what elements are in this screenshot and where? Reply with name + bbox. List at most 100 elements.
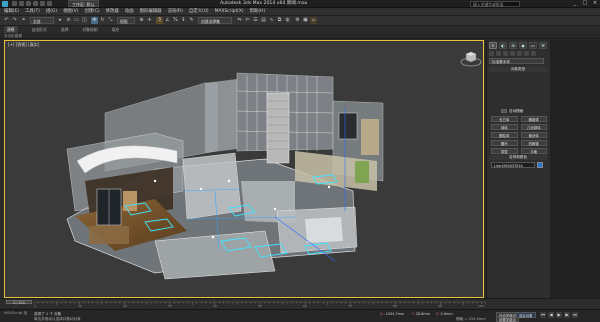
- geosphere-button[interactable]: 几何球体: [520, 124, 547, 130]
- menu-edit[interactable]: 编辑(E): [4, 8, 19, 16]
- new-file-icon[interactable]: [12, 1, 17, 6]
- menu-views[interactable]: 视图(V): [63, 8, 78, 16]
- workspace-dropdown[interactable]: 工作区: 默认: [68, 0, 99, 7]
- torus-button[interactable]: 圆环: [491, 140, 518, 146]
- geometry-icon[interactable]: [489, 51, 494, 56]
- material-editor-icon[interactable]: ◍: [284, 17, 291, 24]
- edit-named-selection-icon[interactable]: ✎: [188, 17, 195, 24]
- display-tab-icon[interactable]: ▭: [529, 42, 537, 49]
- menu-group[interactable]: 组(G): [46, 8, 57, 16]
- box-button[interactable]: 长方体: [491, 116, 518, 122]
- spinner-snap-icon[interactable]: ⇕: [180, 17, 187, 24]
- plane-button[interactable]: 平面: [520, 148, 547, 154]
- percent-snap-icon[interactable]: %: [172, 17, 179, 24]
- menu-tools[interactable]: 工具(T): [25, 8, 40, 16]
- tab-selection[interactable]: 选择: [61, 26, 69, 33]
- polygon-modeling-label[interactable]: 多边形建模: [4, 33, 22, 39]
- z-value[interactable]: 0.0mm: [441, 312, 453, 316]
- curve-editor-icon[interactable]: ∿: [268, 17, 275, 24]
- align-icon[interactable]: ⊨: [244, 17, 251, 24]
- menu-modifiers[interactable]: 修改器: [106, 8, 119, 16]
- select-by-name-icon[interactable]: ≡: [65, 17, 72, 24]
- maxscript-listener-label[interactable]: MAXScript 迷: [4, 311, 27, 316]
- undo-icon[interactable]: ↶: [3, 17, 10, 24]
- ribbon-toggle-icon[interactable]: ▤: [260, 17, 267, 24]
- play-icon[interactable]: ▶: [556, 312, 562, 318]
- tube-button[interactable]: 管状体: [520, 132, 547, 138]
- menu-animation[interactable]: 动画: [125, 8, 134, 16]
- teapot-button[interactable]: 茶壶: [491, 148, 518, 154]
- render-production-icon[interactable]: ☕: [310, 17, 317, 24]
- create-tab-icon[interactable]: ✳: [489, 42, 497, 49]
- menu-help[interactable]: 帮助(H): [250, 8, 266, 16]
- viewcube-icon[interactable]: [460, 49, 482, 67]
- undo-icon[interactable]: [33, 1, 38, 6]
- render-setup-icon[interactable]: ⚙: [294, 17, 301, 24]
- schematic-view-icon[interactable]: ⧉: [276, 17, 283, 24]
- snap-toggle-icon[interactable]: 3: [156, 17, 163, 24]
- autogrid-checkbox[interactable]: [501, 109, 507, 113]
- cameras-icon[interactable]: [510, 51, 515, 56]
- cone-button[interactable]: 圆锥体: [520, 116, 547, 122]
- menu-graph-editors[interactable]: 图形编辑器: [140, 8, 162, 16]
- object-color-swatch[interactable]: [537, 162, 543, 168]
- pivot-icon[interactable]: ⊕: [138, 17, 145, 24]
- save-file-icon[interactable]: [26, 1, 31, 6]
- angle-snap-icon[interactable]: ∠: [164, 17, 171, 24]
- link-icon[interactable]: ⚭: [20, 17, 27, 24]
- goto-start-icon[interactable]: ⏮: [540, 312, 546, 318]
- tab-populate[interactable]: 填充: [112, 26, 120, 33]
- window-crossing-icon[interactable]: ◫: [81, 17, 88, 24]
- sphere-button[interactable]: 球体: [491, 124, 518, 130]
- time-slider[interactable]: 0 / 100: [6, 300, 32, 305]
- layer-manager-icon[interactable]: ☰: [252, 17, 259, 24]
- tab-modeling[interactable]: 建模: [4, 26, 18, 33]
- lights-icon[interactable]: [503, 51, 508, 56]
- menu-create[interactable]: 创建(C): [84, 8, 99, 16]
- mirror-icon[interactable]: ⇋: [236, 17, 243, 24]
- viewport-label[interactable]: [+] [透视] [真实]: [8, 42, 39, 48]
- select-move-icon[interactable]: ✥: [91, 17, 98, 24]
- project-folder-icon[interactable]: [47, 1, 52, 6]
- selection-filter-dropdown[interactable]: 全部: [30, 17, 54, 24]
- named-selection-dropdown[interactable]: 创建选择集: [198, 17, 232, 24]
- name-color-rollout[interactable]: 名称和颜色: [489, 155, 547, 160]
- prev-frame-icon[interactable]: ◀: [548, 312, 554, 318]
- tab-freeform[interactable]: 自由形式: [32, 26, 47, 33]
- object-name-field[interactable]: Line1950037014: [491, 162, 535, 168]
- pyramid-button[interactable]: 四棱锥: [520, 140, 547, 146]
- utilities-tab-icon[interactable]: ⚒: [539, 42, 547, 49]
- redo-icon[interactable]: [40, 1, 45, 6]
- goto-end-icon[interactable]: ⏭: [572, 312, 578, 318]
- y-value[interactable]: 28.8mm: [416, 312, 430, 316]
- next-frame-icon[interactable]: ▶: [564, 312, 570, 318]
- selected-dropdown[interactable]: 选定对象: [516, 312, 536, 318]
- tab-object-paint[interactable]: 对象绘制: [82, 26, 97, 33]
- x-value[interactable]: -1054.7mm: [385, 312, 405, 316]
- close-button[interactable]: ×: [592, 0, 598, 6]
- menu-maxscript[interactable]: MAXScript(X): [215, 8, 244, 16]
- menu-customize[interactable]: 自定义(U): [189, 8, 209, 16]
- systems-icon[interactable]: [531, 51, 536, 56]
- primitive-type-dropdown[interactable]: 标准基本体: [489, 58, 544, 64]
- rendered-frame-icon[interactable]: ▣: [302, 17, 309, 24]
- apartment-3d-model[interactable]: [5, 41, 484, 298]
- search-input[interactable]: 键入关键字或短语: [470, 1, 520, 7]
- perspective-viewport[interactable]: [+] [透视] [真实]: [4, 40, 484, 298]
- select-scale-icon[interactable]: ⤡: [107, 17, 114, 24]
- select-rotate-icon[interactable]: ↻: [99, 17, 106, 24]
- reference-coordinate-dropdown[interactable]: 视图: [117, 17, 135, 24]
- app-logo-icon[interactable]: [2, 1, 8, 7]
- maximize-button[interactable]: □: [582, 0, 588, 6]
- select-manipulate-icon[interactable]: ✛: [146, 17, 153, 24]
- cylinder-button[interactable]: 圆柱体: [491, 132, 518, 138]
- shapes-icon[interactable]: [496, 51, 501, 56]
- redo-icon[interactable]: ↷: [11, 17, 18, 24]
- object-type-rollout[interactable]: 对象类型: [489, 67, 547, 72]
- motion-tab-icon[interactable]: ◉: [519, 42, 527, 49]
- hierarchy-tab-icon[interactable]: ⊞: [509, 42, 517, 49]
- open-file-icon[interactable]: [19, 1, 24, 6]
- rect-selection-icon[interactable]: ▭: [73, 17, 80, 24]
- select-object-icon[interactable]: ▸: [57, 17, 64, 24]
- menu-rendering[interactable]: 渲染(R): [168, 8, 183, 16]
